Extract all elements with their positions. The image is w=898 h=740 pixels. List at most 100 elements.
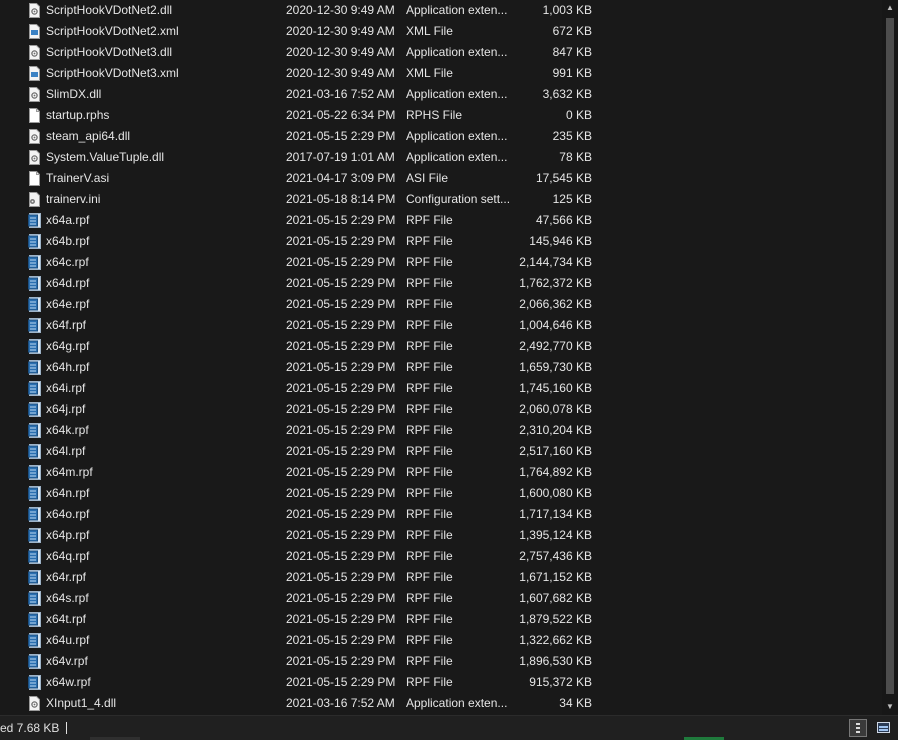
file-row[interactable]: x64i.rpf 2021-05-15 2:29 PM RPF File 1,745,…: [0, 378, 882, 399]
file-row[interactable]: x64r.rpf 2021-05-15 2:29 PM RPF File 1,671,…: [0, 567, 882, 588]
file-type: RPF File: [406, 276, 453, 290]
file-type: RPF File: [406, 549, 453, 563]
rpf-file-icon: [28, 528, 41, 543]
file-name: x64l.rpf: [46, 444, 86, 458]
rpf-file-icon: [28, 486, 41, 501]
scroll-down-arrow-icon[interactable]: ▼: [882, 699, 898, 715]
file-row[interactable]: x64f.rpf 2021-05-15 2:29 PM RPF File 1,004,…: [0, 315, 882, 336]
file-row[interactable]: System.ValueTuple.dll 2017-07-19 1:01 AM A…: [0, 147, 882, 168]
file-row[interactable]: steam_api64.dll 2021-05-15 2:29 PM Applica…: [0, 126, 882, 147]
file-name: x64v.rpf: [46, 654, 88, 668]
rpf-file-icon: [28, 654, 41, 669]
file-name: x64m.rpf: [46, 465, 93, 479]
file-name: x64c.rpf: [46, 255, 89, 269]
file-row[interactable]: trainerv.ini 2021-05-18 8:14 PM Configurat…: [0, 189, 882, 210]
file-row[interactable]: x64j.rpf 2021-05-15 2:29 PM RPF File 2,060,…: [0, 399, 882, 420]
file-row[interactable]: x64n.rpf 2021-05-15 2:29 PM RPF File 1,600,…: [0, 483, 882, 504]
file-name: TrainerV.asi: [46, 171, 110, 185]
rpf-file-icon: [28, 591, 41, 606]
file-row[interactable]: ScriptHookVDotNet3.dll 2020-12-30 9:49 AM…: [0, 42, 882, 63]
large-icons-view-button[interactable]: [875, 719, 893, 737]
file-row[interactable]: TrainerV.asi 2021-04-17 3:09 PM ASI File 17…: [0, 168, 882, 189]
file-name: x64s.rpf: [46, 591, 89, 605]
file-type: RPF File: [406, 234, 453, 248]
rpf-file-icon: [28, 570, 41, 585]
file-size: 2,060,078 KB: [519, 402, 592, 416]
file-row[interactable]: x64l.rpf 2021-05-15 2:29 PM RPF File 2,517,…: [0, 441, 882, 462]
scroll-up-arrow-icon[interactable]: ▲: [882, 0, 898, 16]
file-date-modified: 2020-12-30 9:49 AM: [286, 3, 395, 17]
file-row[interactable]: x64a.rpf 2021-05-15 2:29 PM RPF File 47,566…: [0, 210, 882, 231]
file-size: 1,745,160 KB: [519, 381, 592, 395]
file-row[interactable]: ScriptHookVDotNet3.xml 2020-12-30 9:49 AM…: [0, 63, 882, 84]
dll-icon: [28, 696, 41, 711]
file-row[interactable]: startup.rphs 2021-05-22 6:34 PM RPHS File 0…: [0, 105, 882, 126]
file-name: startup.rphs: [46, 108, 110, 122]
rpf-file-icon: [28, 318, 41, 333]
file-size: 1,896,530 KB: [519, 654, 592, 668]
file-size: 847 KB: [552, 45, 592, 59]
file-date-modified: 2021-05-15 2:29 PM: [286, 234, 396, 248]
file-row[interactable]: x64s.rpf 2021-05-15 2:29 PM RPF File 1,607,…: [0, 588, 882, 609]
file-type: Application exten...: [406, 3, 508, 17]
file-size: 1,762,372 KB: [519, 276, 592, 290]
file-size: 1,671,152 KB: [519, 570, 592, 584]
file-row[interactable]: x64b.rpf 2021-05-15 2:29 PM RPF File 145,94…: [0, 231, 882, 252]
file-row[interactable]: x64h.rpf 2021-05-15 2:29 PM RPF File 1,659,…: [0, 357, 882, 378]
rpf-file-icon: [28, 255, 41, 270]
file-name: x64g.rpf: [46, 339, 90, 353]
file-row[interactable]: x64e.rpf 2021-05-15 2:29 PM RPF File 2,066,…: [0, 294, 882, 315]
rpf-file-icon: [28, 381, 41, 396]
file-size: 1,322,662 KB: [519, 633, 592, 647]
file-type: Application exten...: [406, 129, 508, 143]
file-name: x64d.rpf: [46, 276, 90, 290]
status-divider: [66, 722, 67, 734]
file-row[interactable]: SlimDX.dll 2021-03-16 7:52 AM Application …: [0, 84, 882, 105]
file-date-modified: 2017-07-19 1:01 AM: [286, 150, 395, 164]
file-row[interactable]: x64v.rpf 2021-05-15 2:29 PM RPF File 1,896,…: [0, 651, 882, 672]
rpf-file-icon: [28, 507, 41, 522]
file-size: 2,492,770 KB: [519, 339, 592, 353]
file-date-modified: 2021-05-15 2:29 PM: [286, 276, 396, 290]
file-row[interactable]: x64w.rpf 2021-05-15 2:29 PM RPF File 915,37…: [0, 672, 882, 693]
file-name: x64f.rpf: [46, 318, 87, 332]
file-row[interactable]: x64m.rpf 2021-05-15 2:29 PM RPF File 1,764,…: [0, 462, 882, 483]
file-type: Application exten...: [406, 87, 508, 101]
file-date-modified: 2021-05-15 2:29 PM: [286, 591, 396, 605]
vertical-scrollbar[interactable]: ▲ ▼: [882, 0, 898, 715]
file-row[interactable]: x64k.rpf 2021-05-15 2:29 PM RPF File 2,310,…: [0, 420, 882, 441]
details-view-button[interactable]: [849, 719, 867, 737]
file-type: Application exten...: [406, 696, 508, 710]
file-size: 2,310,204 KB: [519, 423, 592, 437]
file-type: RPF File: [406, 213, 453, 227]
rpf-file-icon: [28, 276, 41, 291]
file-size: 17,545 KB: [535, 171, 592, 185]
file-size: 1,395,124 KB: [519, 528, 592, 542]
file-date-modified: 2021-05-15 2:29 PM: [286, 612, 396, 626]
file-type: RPF File: [406, 528, 453, 542]
file-name: x64q.rpf: [46, 549, 90, 563]
file-type: RPF File: [406, 318, 453, 332]
file-row[interactable]: XInput1_4.dll 2021-03-16 7:52 AM Applicati…: [0, 693, 882, 714]
scrollbar-thumb[interactable]: [886, 18, 894, 694]
file-type: RPF File: [406, 339, 453, 353]
file-row[interactable]: x64d.rpf 2021-05-15 2:29 PM RPF File 1,762,…: [0, 273, 882, 294]
rpf-file-icon: [28, 339, 41, 354]
file-row[interactable]: x64t.rpf 2021-05-15 2:29 PM RPF File 1,879,…: [0, 609, 882, 630]
file-row[interactable]: ScriptHookVDotNet2.dll 2020-12-30 9:49 AM…: [0, 0, 882, 21]
file-row[interactable]: x64c.rpf 2021-05-15 2:29 PM RPF File 2,144,…: [0, 252, 882, 273]
rpf-file-icon: [28, 549, 41, 564]
file-type: RPF File: [406, 402, 453, 416]
file-row[interactable]: ScriptHookVDotNet2.xml 2020-12-30 9:49 AM…: [0, 21, 882, 42]
file-name: x64r.rpf: [46, 570, 87, 584]
file-row[interactable]: x64u.rpf 2021-05-15 2:29 PM RPF File 1,322,…: [0, 630, 882, 651]
file-row[interactable]: x64q.rpf 2021-05-15 2:29 PM RPF File 2,757,…: [0, 546, 882, 567]
file-row[interactable]: x64p.rpf 2021-05-15 2:29 PM RPF File 1,395,…: [0, 525, 882, 546]
file-date-modified: 2021-05-15 2:29 PM: [286, 675, 396, 689]
file-date-modified: 2021-03-16 7:52 AM: [286, 87, 395, 101]
file-size: 78 KB: [559, 150, 592, 164]
dll-icon: [28, 129, 41, 144]
file-date-modified: 2021-03-16 7:52 AM: [286, 696, 395, 710]
file-row[interactable]: x64o.rpf 2021-05-15 2:29 PM RPF File 1,717,…: [0, 504, 882, 525]
file-row[interactable]: x64g.rpf 2021-05-15 2:29 PM RPF File 2,492,…: [0, 336, 882, 357]
